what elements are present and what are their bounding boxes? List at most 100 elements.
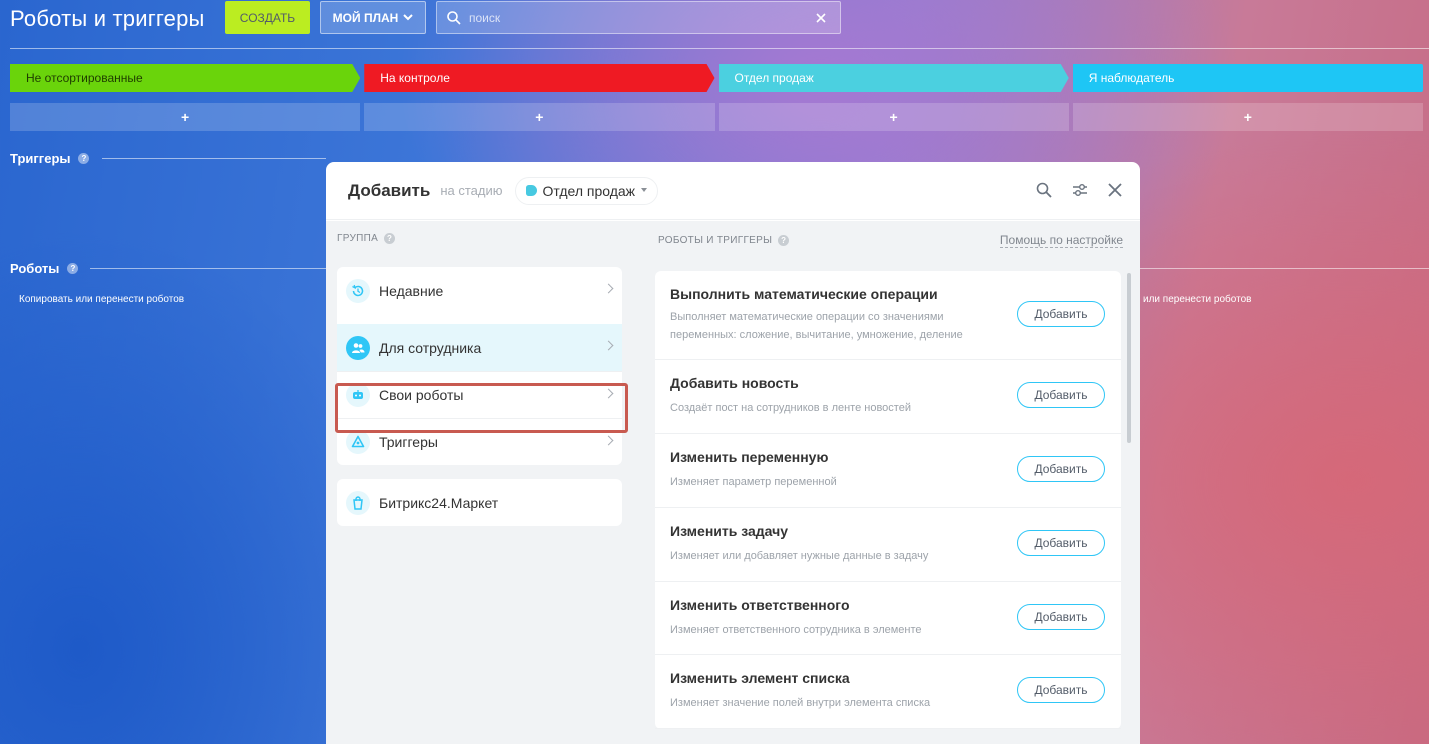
clear-search-icon[interactable]: [816, 12, 826, 23]
robots-section-label: Роботы ?: [10, 261, 79, 276]
help-icon[interactable]: ?: [778, 235, 790, 246]
close-icon[interactable]: [1108, 183, 1122, 197]
add-robot-button[interactable]: Добавить: [1017, 604, 1105, 630]
group-pane-title: ГРУППА ?: [337, 233, 630, 244]
add-trigger-row: + + + +: [10, 103, 1423, 131]
robot-description: Изменяет значение полей внутри элемента …: [670, 697, 931, 709]
help-icon[interactable]: ?: [67, 263, 79, 274]
list-item: Изменить ответственного Изменяет ответст…: [655, 582, 1121, 655]
robot-name: Изменить элемент списка: [670, 670, 850, 686]
group-title: ГРУППА: [337, 233, 379, 244]
robot-description: Изменяет ответственного сотрудника в эле…: [670, 624, 922, 636]
settings-sliders-icon[interactable]: [1072, 183, 1088, 197]
triggers-divider: [102, 158, 326, 159]
group-label: Триггеры: [379, 434, 438, 450]
history-icon: [346, 278, 370, 303]
chevron-right-icon: [603, 340, 614, 351]
robots-label: Роботы: [10, 261, 60, 276]
stage-label: Не отсортированные: [26, 71, 143, 85]
robot-description: Выполняет математические операции со зна…: [670, 311, 963, 341]
stage-bar: Не отсортированные На контроле Отдел про…: [10, 64, 1423, 92]
group-label: Недавние: [379, 282, 444, 299]
selected-stage: Отдел продаж: [542, 182, 636, 199]
add-robot-button[interactable]: Добавить: [1017, 382, 1105, 408]
add-robot-button[interactable]: Добавить: [1017, 530, 1105, 556]
add-trigger-button[interactable]: +: [718, 103, 1069, 131]
group-item-market[interactable]: Битрикс24.Маркет: [337, 479, 622, 526]
my-plan-label: МОЙ ПЛАН: [332, 10, 399, 25]
my-plan-button[interactable]: МОЙ ПЛАН: [320, 1, 426, 34]
robot-description: Изменяет параметр переменной: [670, 476, 837, 488]
stage-label: Я наблюдатель: [1088, 71, 1175, 85]
stage-observer[interactable]: Я наблюдатель: [1072, 64, 1423, 92]
robot-name: Выполнить математические операции: [670, 286, 938, 302]
add-robot-button[interactable]: Добавить: [1017, 677, 1105, 703]
robot-name: Изменить переменную: [670, 449, 829, 465]
stage-label: На контроле: [380, 71, 450, 85]
robot-name: Изменить ответственного: [670, 597, 850, 613]
add-trigger-button[interactable]: +: [10, 103, 361, 131]
add-robot-button[interactable]: Добавить: [1017, 301, 1105, 327]
search-input[interactable]: [461, 2, 816, 33]
group-list: Недавние Для сотрудника Свои роботы Триг…: [337, 267, 622, 465]
robot-list: Выполнить математические операции Выполн…: [655, 271, 1121, 729]
group-item-recent[interactable]: Недавние: [337, 267, 622, 314]
list-item: Изменить элемент списка Изменяет значени…: [655, 655, 1121, 729]
list-item: Изменить переменную Изменяет параметр пе…: [655, 434, 1121, 508]
dialog-actions: [1036, 182, 1122, 198]
market-card: Битрикс24.Маркет: [337, 479, 622, 526]
robot-description: Изменяет или добавляет нужные данные в з…: [670, 550, 929, 562]
page-title: Роботы и триггеры: [10, 6, 205, 31]
robots-pane: РОБОТЫ И ТРИГГЕРЫ ? Помощь по настройке …: [641, 221, 1140, 744]
help-icon[interactable]: ?: [78, 153, 90, 164]
stage-select[interactable]: Отдел продаж: [514, 176, 659, 205]
robot-list-scrollbar[interactable]: [1127, 273, 1131, 443]
chevron-right-icon: [603, 283, 614, 294]
robots-pane-title: РОБОТЫ И ТРИГГЕРЫ ?: [658, 235, 790, 246]
add-trigger-button[interactable]: +: [364, 103, 715, 131]
list-item: Выполнить математические операции Выполн…: [655, 271, 1121, 360]
users-icon: [346, 335, 370, 360]
chevron-right-icon: [603, 435, 614, 446]
dialog-subtitle: на стадию: [440, 183, 503, 198]
search-box: [436, 1, 841, 34]
search-icon[interactable]: [447, 10, 461, 25]
dialog-title: Добавить: [348, 180, 431, 200]
list-item: Изменить задачу Изменяет или добавляет н…: [655, 508, 1121, 582]
market-icon: [346, 490, 370, 515]
search-icon[interactable]: [1036, 182, 1052, 198]
help-icon[interactable]: ?: [384, 233, 396, 244]
selection-highlight: [335, 383, 628, 433]
robots-title: РОБОТЫ И ТРИГГЕРЫ: [658, 235, 773, 246]
robot-name: Добавить новость: [670, 375, 799, 391]
header-divider: [10, 48, 1429, 49]
robots-divider: [90, 268, 326, 269]
stage-unsorted[interactable]: Не отсортированные: [10, 64, 360, 92]
group-item-for-employee[interactable]: Для сотрудника: [337, 324, 622, 371]
create-button[interactable]: СОЗДАТЬ: [225, 1, 310, 34]
list-item: Добавить новость Создаёт пост на сотрудн…: [655, 360, 1121, 434]
add-robot-dialog: Добавить на стадию Отдел продаж ГРУППА ?…: [326, 162, 1140, 744]
robot-name: Изменить задачу: [670, 523, 789, 539]
copy-robots-link[interactable]: Копировать или перенести роботов: [19, 294, 184, 305]
triggers-section-label: Триггеры ?: [10, 151, 90, 166]
chevron-down-icon: [403, 14, 414, 21]
copy-robots-link-right[interactable]: или перенести роботов: [1143, 294, 1251, 305]
stage-color-dot: [525, 185, 537, 196]
robot-description: Создаёт пост на сотрудников в ленте ново…: [670, 402, 911, 414]
trigger-icon: [346, 430, 370, 454]
stage-sales-department[interactable]: Отдел продаж: [719, 64, 1069, 92]
add-robot-button[interactable]: Добавить: [1017, 456, 1105, 482]
stage-label: Отдел продаж: [734, 71, 814, 85]
group-pane: ГРУППА ? Недавние Для сотрудника Свои ро…: [326, 221, 641, 744]
triggers-label: Триггеры: [10, 151, 71, 166]
group-label: Битрикс24.Маркет: [379, 494, 499, 511]
group-label: Для сотрудника: [379, 339, 482, 356]
caret-down-icon: [641, 187, 648, 192]
stage-on-control[interactable]: На контроле: [364, 64, 714, 92]
add-trigger-button[interactable]: +: [1072, 103, 1423, 131]
dialog-header: Добавить на стадию Отдел продаж: [326, 162, 1140, 220]
robots-divider-right: [1140, 268, 1429, 269]
robots-pane-header: РОБОТЫ И ТРИГГЕРЫ ? Помощь по настройке: [658, 233, 1123, 248]
setup-help-link[interactable]: Помощь по настройке: [999, 233, 1123, 248]
